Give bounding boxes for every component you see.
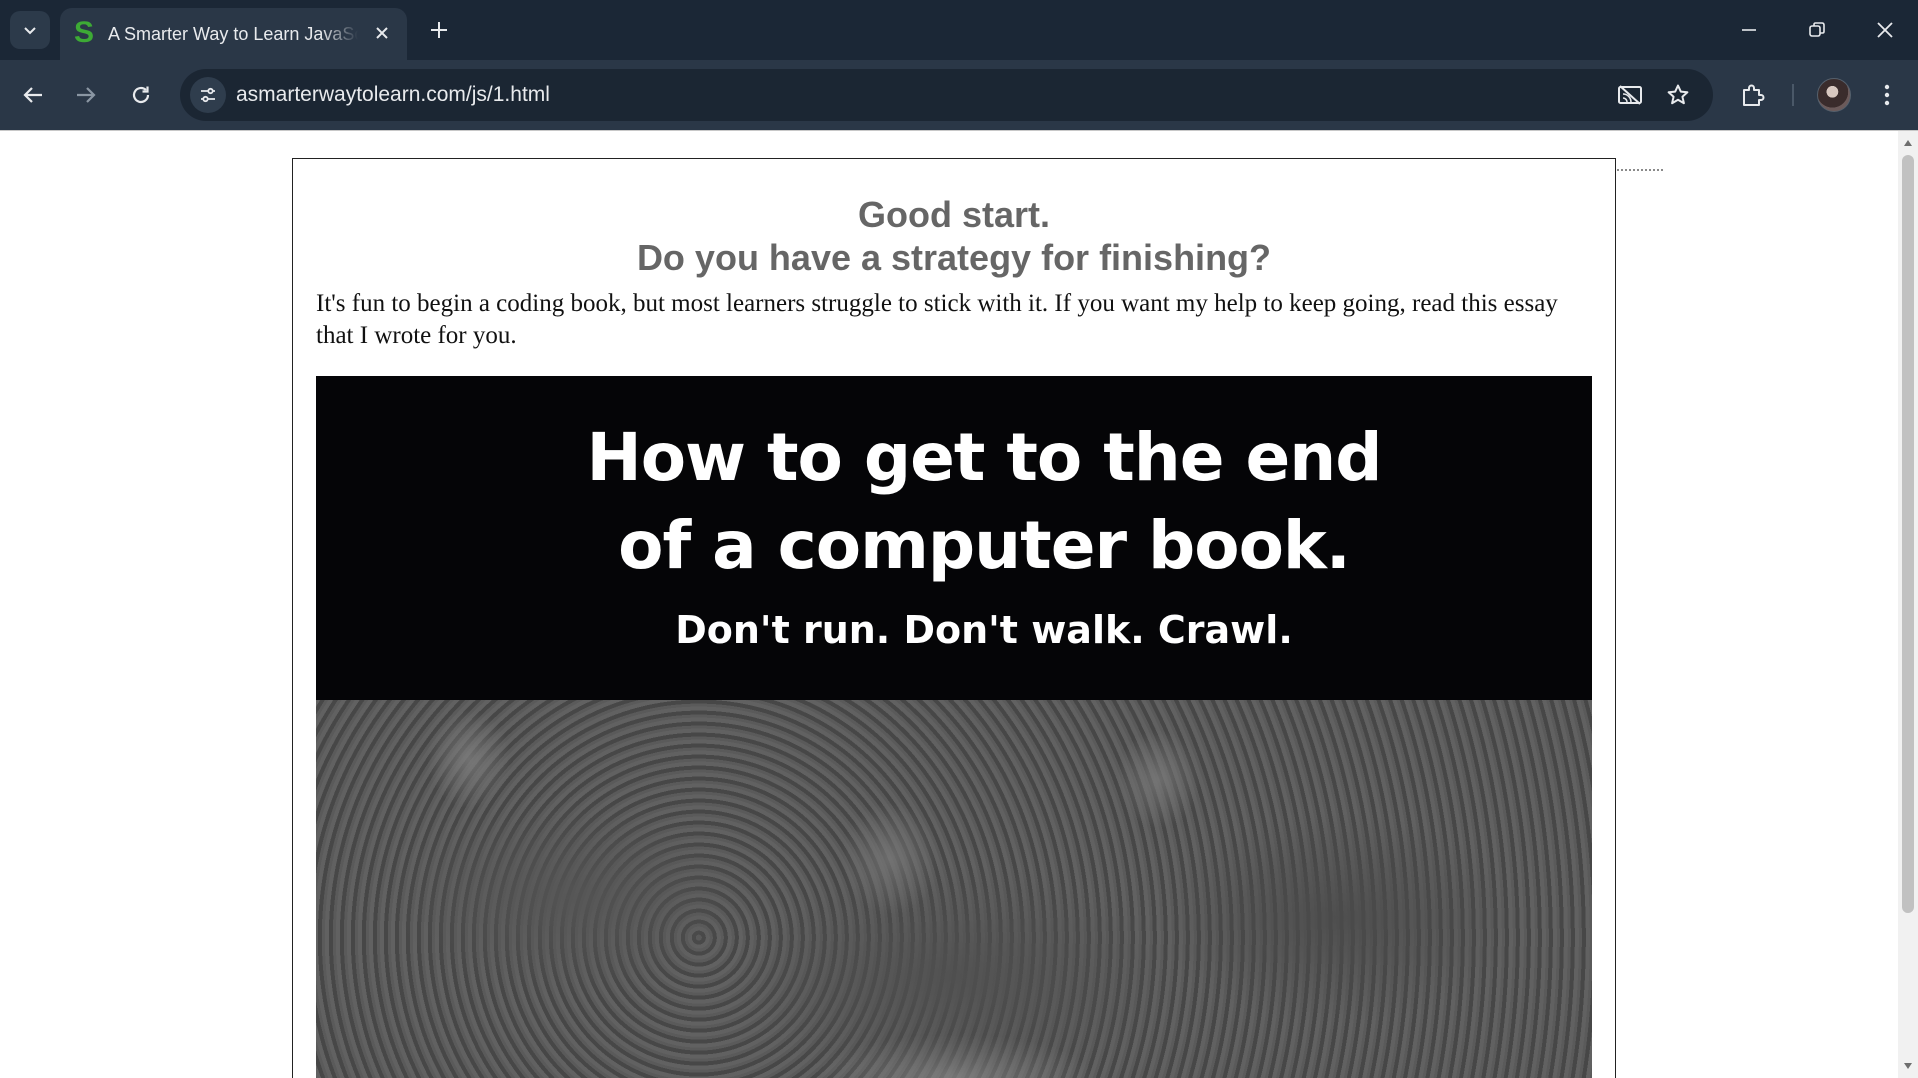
- back-arrow-icon: [23, 87, 42, 103]
- close-window-button[interactable]: [1852, 0, 1918, 60]
- headline-line-2: Do you have a strategy for finishing?: [636, 237, 1272, 278]
- bookmark-star-button[interactable]: [1660, 77, 1696, 113]
- scroll-up-button[interactable]: [1898, 133, 1918, 153]
- star-icon: [1667, 84, 1689, 105]
- minimize-button[interactable]: [1716, 0, 1782, 60]
- intro-paragraph: It's fun to begin a coding book, but mos…: [316, 290, 1558, 349]
- triangle-down-icon: [1904, 1063, 1912, 1069]
- url-text[interactable]: asmarterwaytolearn.com/js/1.html: [236, 82, 550, 108]
- tab-search-button[interactable]: [10, 11, 50, 49]
- puzzle-icon: [1743, 84, 1765, 106]
- site-info-button[interactable]: [190, 77, 226, 113]
- close-icon: [376, 27, 388, 39]
- new-tab-button[interactable]: [424, 12, 454, 48]
- tab-title: A Smarter Way to Learn JavaScript: [108, 24, 358, 44]
- web-page: Good start. Do you have a strategy for f…: [0, 131, 1898, 1078]
- plus-icon: [431, 22, 447, 38]
- back-button[interactable]: [12, 74, 54, 116]
- restore-button[interactable]: [1784, 0, 1850, 60]
- promo-title: How to get to the end of a computer book…: [316, 414, 1592, 590]
- minimize-icon: [1742, 29, 1756, 31]
- tab-strip: S A Smarter Way to Learn JavaScript: [0, 0, 1918, 60]
- page-headline: Good start. Do you have a strategy for f…: [293, 193, 1615, 279]
- promo-title-line-1: How to get to the end: [586, 419, 1382, 496]
- promo-image-link[interactable]: How to get to the end of a computer book…: [316, 376, 1592, 1078]
- browser-tab[interactable]: S A Smarter Way to Learn JavaScript: [60, 8, 407, 60]
- forward-button[interactable]: [65, 74, 107, 116]
- mud-crawl-photo: [316, 700, 1592, 1078]
- toolbar-divider: [1792, 84, 1794, 106]
- cast-off-icon: [1618, 85, 1642, 105]
- extensions-button[interactable]: [1732, 74, 1774, 116]
- tune-icon: [201, 87, 215, 103]
- browser-menu-button[interactable]: [1866, 74, 1908, 116]
- promo-title-line-2: of a computer book.: [618, 507, 1351, 584]
- cast-off-button[interactable]: [1612, 77, 1648, 113]
- content-card: Good start. Do you have a strategy for f…: [292, 158, 1616, 1078]
- triangle-up-icon: [1904, 140, 1912, 146]
- chevron-down-icon: [24, 27, 36, 35]
- promo-banner: How to get to the end of a computer book…: [316, 376, 1592, 700]
- reload-button[interactable]: [120, 74, 162, 116]
- scroll-down-button[interactable]: [1898, 1056, 1918, 1076]
- browser-toolbar: asmarterwaytolearn.com/js/1.html: [0, 60, 1918, 130]
- forward-arrow-icon: [77, 87, 96, 103]
- close-icon: [1877, 22, 1893, 38]
- headline-line-1: Good start.: [857, 194, 1050, 235]
- page-scrollbar[interactable]: [1898, 131, 1918, 1078]
- kebab-menu-icon: [1884, 84, 1890, 106]
- scroll-thumb[interactable]: [1902, 155, 1914, 913]
- promo-subtitle: Don't run. Don't walk. Crawl.: [675, 608, 1293, 652]
- reload-icon: [132, 86, 150, 104]
- restore-icon: [1809, 22, 1825, 37]
- address-bar[interactable]: asmarterwaytolearn.com/js/1.html: [180, 69, 1713, 121]
- site-favicon-icon: S: [74, 16, 95, 49]
- profile-avatar[interactable]: [1817, 78, 1851, 112]
- tab-close-button[interactable]: [369, 20, 395, 46]
